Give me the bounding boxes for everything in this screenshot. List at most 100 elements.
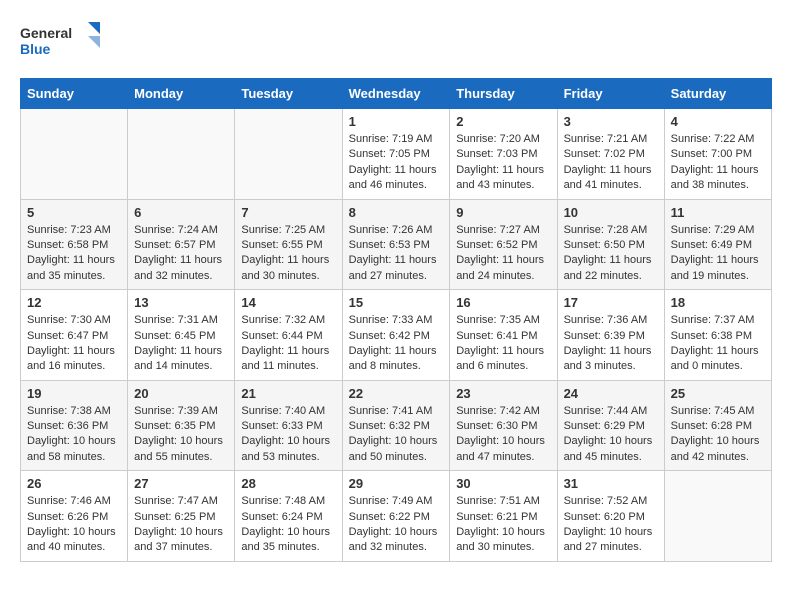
day-info: Sunrise: 7:51 AM Sunset: 6:21 PM Dayligh…	[456, 494, 550, 556]
day-info: Sunrise: 7:25 AM Sunset: 6:55 PM Dayligh…	[241, 223, 335, 285]
day-number: 3	[564, 114, 658, 129]
day-number: 12	[27, 295, 121, 310]
day-info: Sunrise: 7:27 AM Sunset: 6:52 PM Dayligh…	[456, 223, 550, 285]
calendar-cell: 9 Sunrise: 7:27 AM Sunset: 6:52 PM Daylig…	[450, 199, 557, 290]
day-number: 23	[456, 386, 550, 401]
day-number: 8	[349, 205, 444, 220]
logo-svg: General Blue	[20, 20, 100, 62]
day-info: Sunrise: 7:40 AM Sunset: 6:33 PM Dayligh…	[241, 404, 335, 466]
day-number: 18	[671, 295, 765, 310]
day-number: 19	[27, 386, 121, 401]
day-info: Sunrise: 7:37 AM Sunset: 6:38 PM Dayligh…	[671, 313, 765, 375]
day-info: Sunrise: 7:49 AM Sunset: 6:22 PM Dayligh…	[349, 494, 444, 556]
day-number: 21	[241, 386, 335, 401]
day-info: Sunrise: 7:31 AM Sunset: 6:45 PM Dayligh…	[134, 313, 228, 375]
calendar-table: SundayMondayTuesdayWednesdayThursdayFrid…	[20, 78, 772, 562]
day-number: 13	[134, 295, 228, 310]
svg-text:Blue: Blue	[20, 41, 51, 57]
calendar-cell: 22 Sunrise: 7:41 AM Sunset: 6:32 PM Dayli…	[342, 380, 450, 471]
calendar-cell: 30 Sunrise: 7:51 AM Sunset: 6:21 PM Dayli…	[450, 471, 557, 562]
day-info: Sunrise: 7:46 AM Sunset: 6:26 PM Dayligh…	[27, 494, 121, 556]
day-number: 17	[564, 295, 658, 310]
calendar-cell: 16 Sunrise: 7:35 AM Sunset: 6:41 PM Dayli…	[450, 290, 557, 381]
calendar-cell: 27 Sunrise: 7:47 AM Sunset: 6:25 PM Dayli…	[128, 471, 235, 562]
day-number: 15	[349, 295, 444, 310]
day-number: 25	[671, 386, 765, 401]
day-number: 28	[241, 476, 335, 491]
day-number: 9	[456, 205, 550, 220]
calendar-cell: 12 Sunrise: 7:30 AM Sunset: 6:47 PM Dayli…	[21, 290, 128, 381]
weekday-header: Sunday	[21, 79, 128, 109]
day-info: Sunrise: 7:28 AM Sunset: 6:50 PM Dayligh…	[564, 223, 658, 285]
day-info: Sunrise: 7:38 AM Sunset: 6:36 PM Dayligh…	[27, 404, 121, 466]
calendar-cell: 21 Sunrise: 7:40 AM Sunset: 6:33 PM Dayli…	[235, 380, 342, 471]
calendar-cell: 24Sunrise: 7:44 AM Sunset: 6:29 PM Dayli…	[557, 380, 664, 471]
page-header: General Blue	[20, 20, 772, 62]
day-number: 24	[564, 386, 658, 401]
weekday-header: Tuesday	[235, 79, 342, 109]
day-info: Sunrise: 7:20 AM Sunset: 7:03 PM Dayligh…	[456, 132, 550, 194]
day-number: 26	[27, 476, 121, 491]
calendar-cell: 28 Sunrise: 7:48 AM Sunset: 6:24 PM Dayli…	[235, 471, 342, 562]
calendar-cell: 17 Sunrise: 7:36 AM Sunset: 6:39 PM Dayli…	[557, 290, 664, 381]
day-info: Sunrise: 7:42 AM Sunset: 6:30 PM Dayligh…	[456, 404, 550, 466]
day-number: 22	[349, 386, 444, 401]
calendar-cell	[235, 109, 342, 200]
day-info: Sunrise: 7:26 AM Sunset: 6:53 PM Dayligh…	[349, 223, 444, 285]
day-info: Sunrise: 7:30 AM Sunset: 6:47 PM Dayligh…	[27, 313, 121, 375]
weekday-header: Thursday	[450, 79, 557, 109]
calendar-week-row: 12 Sunrise: 7:30 AM Sunset: 6:47 PM Dayli…	[21, 290, 772, 381]
day-number: 7	[241, 205, 335, 220]
day-number: 16	[456, 295, 550, 310]
weekday-header: Friday	[557, 79, 664, 109]
svg-text:General: General	[20, 25, 72, 41]
day-number: 30	[456, 476, 550, 491]
calendar-cell: 15 Sunrise: 7:33 AM Sunset: 6:42 PM Dayli…	[342, 290, 450, 381]
calendar-week-row: 26 Sunrise: 7:46 AM Sunset: 6:26 PM Dayli…	[21, 471, 772, 562]
weekday-header: Saturday	[664, 79, 771, 109]
day-info: Sunrise: 7:29 AM Sunset: 6:49 PM Dayligh…	[671, 223, 765, 285]
day-info: Sunrise: 7:22 AM Sunset: 7:00 PM Dayligh…	[671, 132, 765, 194]
calendar-cell: 4 Sunrise: 7:22 AM Sunset: 7:00 PM Daylig…	[664, 109, 771, 200]
day-number: 29	[349, 476, 444, 491]
day-info: Sunrise: 7:41 AM Sunset: 6:32 PM Dayligh…	[349, 404, 444, 466]
calendar-cell: 11 Sunrise: 7:29 AM Sunset: 6:49 PM Dayli…	[664, 199, 771, 290]
calendar-cell: 31 Sunrise: 7:52 AM Sunset: 6:20 PM Dayli…	[557, 471, 664, 562]
day-info: Sunrise: 7:47 AM Sunset: 6:25 PM Dayligh…	[134, 494, 228, 556]
calendar-cell	[21, 109, 128, 200]
day-info: Sunrise: 7:35 AM Sunset: 6:41 PM Dayligh…	[456, 313, 550, 375]
day-info: Sunrise: 7:48 AM Sunset: 6:24 PM Dayligh…	[241, 494, 335, 556]
day-number: 4	[671, 114, 765, 129]
calendar-week-row: 5Sunrise: 7:23 AM Sunset: 6:58 PM Daylig…	[21, 199, 772, 290]
day-info: Sunrise: 7:45 AM Sunset: 6:28 PM Dayligh…	[671, 404, 765, 466]
day-info: Sunrise: 7:21 AM Sunset: 7:02 PM Dayligh…	[564, 132, 658, 194]
calendar-cell: 18 Sunrise: 7:37 AM Sunset: 6:38 PM Dayli…	[664, 290, 771, 381]
weekday-header: Wednesday	[342, 79, 450, 109]
day-number: 5	[27, 205, 121, 220]
day-number: 31	[564, 476, 658, 491]
calendar-cell: 3 Sunrise: 7:21 AM Sunset: 7:02 PM Daylig…	[557, 109, 664, 200]
day-info: Sunrise: 7:52 AM Sunset: 6:20 PM Dayligh…	[564, 494, 658, 556]
day-number: 11	[671, 205, 765, 220]
day-info: Sunrise: 7:33 AM Sunset: 6:42 PM Dayligh…	[349, 313, 444, 375]
calendar-week-row: 19 Sunrise: 7:38 AM Sunset: 6:36 PM Dayli…	[21, 380, 772, 471]
calendar-header-row: SundayMondayTuesdayWednesdayThursdayFrid…	[21, 79, 772, 109]
calendar-cell: 5Sunrise: 7:23 AM Sunset: 6:58 PM Daylig…	[21, 199, 128, 290]
day-number: 10	[564, 205, 658, 220]
calendar-cell: 6 Sunrise: 7:24 AM Sunset: 6:57 PM Daylig…	[128, 199, 235, 290]
calendar-cell: 7 Sunrise: 7:25 AM Sunset: 6:55 PM Daylig…	[235, 199, 342, 290]
day-number: 14	[241, 295, 335, 310]
calendar-cell	[128, 109, 235, 200]
day-number: 6	[134, 205, 228, 220]
calendar-cell: 19 Sunrise: 7:38 AM Sunset: 6:36 PM Dayli…	[21, 380, 128, 471]
day-number: 27	[134, 476, 228, 491]
day-number: 1	[349, 114, 444, 129]
day-info: Sunrise: 7:36 AM Sunset: 6:39 PM Dayligh…	[564, 313, 658, 375]
calendar-cell: 29 Sunrise: 7:49 AM Sunset: 6:22 PM Dayli…	[342, 471, 450, 562]
calendar-cell: 25 Sunrise: 7:45 AM Sunset: 6:28 PM Dayli…	[664, 380, 771, 471]
calendar-week-row: 1 Sunrise: 7:19 AM Sunset: 7:05 PM Daylig…	[21, 109, 772, 200]
day-info: Sunrise: 7:19 AM Sunset: 7:05 PM Dayligh…	[349, 132, 444, 194]
calendar-cell	[664, 471, 771, 562]
calendar-cell: 2Sunrise: 7:20 AM Sunset: 7:03 PM Daylig…	[450, 109, 557, 200]
day-info: Sunrise: 7:24 AM Sunset: 6:57 PM Dayligh…	[134, 223, 228, 285]
